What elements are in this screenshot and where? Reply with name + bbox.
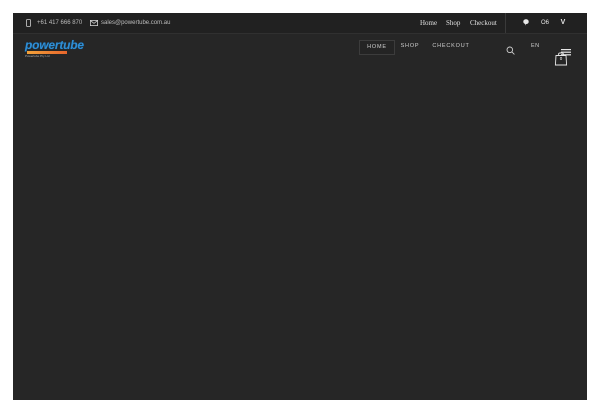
vimeo-link[interactable]: V xyxy=(559,13,567,33)
flickr-link[interactable]: O6 xyxy=(540,13,550,33)
chat-bubble-icon[interactable] xyxy=(523,13,531,33)
site-logo[interactable]: powertube Powertube Pty Ltd xyxy=(25,38,91,58)
top-link-home[interactable]: Home xyxy=(420,13,437,33)
top-divider xyxy=(505,13,506,33)
cart-count: 0 xyxy=(559,56,563,61)
top-link-shop[interactable]: Shop xyxy=(446,13,460,33)
search-icon[interactable] xyxy=(506,42,515,55)
language-selector[interactable]: EN xyxy=(531,40,540,53)
cart-button[interactable]: 0 xyxy=(554,51,568,66)
page-container: +61 417 666 870 sales@powertube.com.au H… xyxy=(13,13,587,400)
logo-tagline: Powertube Pty Ltd xyxy=(25,54,50,58)
logo-text: powertube xyxy=(25,38,84,52)
nav-checkout[interactable]: CHECKOUT xyxy=(431,40,471,53)
email-address[interactable]: sales@powertube.com.au xyxy=(101,13,170,33)
top-bar: +61 417 666 870 sales@powertube.com.au H… xyxy=(13,13,587,34)
phone-icon xyxy=(26,13,31,33)
nav-shop[interactable]: SHOP xyxy=(398,40,422,53)
nav-home[interactable]: HOME xyxy=(359,40,395,55)
top-link-checkout[interactable]: Checkout xyxy=(470,13,497,33)
mail-icon xyxy=(90,13,98,33)
main-header: powertube Powertube Pty Ltd HOME SHOP CH… xyxy=(13,34,587,74)
phone-number[interactable]: +61 417 666 870 xyxy=(37,13,82,33)
